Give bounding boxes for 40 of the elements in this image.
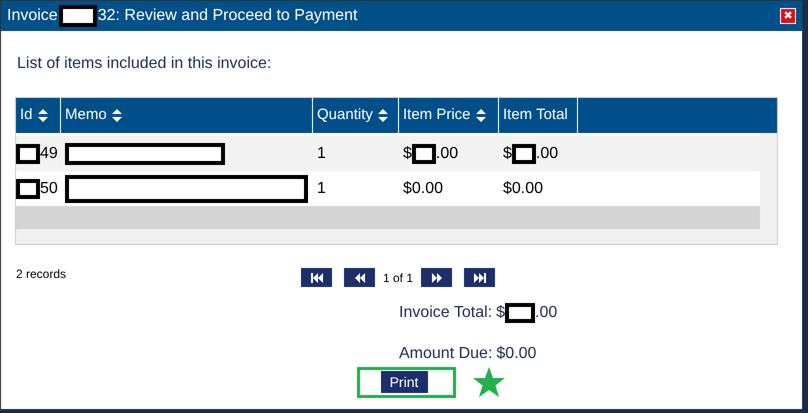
value-text: .00 [535,303,558,323]
column-header[interactable]: Id [16,98,61,133]
cell-text: $ [403,144,412,164]
cell-text: .00 [436,144,458,164]
star-icon [472,366,506,398]
column-header[interactable]: Memo [61,98,313,133]
cell-text: $ [503,144,512,164]
previous-page-button[interactable] [344,268,375,287]
cell-text: 1 [317,178,326,198]
column-header[interactable]: Quantity [313,98,399,133]
first-page-button[interactable] [301,268,332,287]
redaction-box [58,5,97,27]
redaction-box [512,144,536,164]
skip-back-icon [308,270,324,284]
title-text: 32: Review and Proceed to Payment [98,6,358,26]
total-label: Amount Due: [399,344,492,364]
next-page-button[interactable] [421,268,452,287]
value-text: $ [496,303,505,323]
vertical-scrollbar[interactable] [760,133,777,244]
title-text: Invoice [7,6,58,26]
redaction-box [505,303,535,323]
cell-text: 50 [40,178,58,198]
cell-text: $0.00 [403,178,444,198]
close-button[interactable]: ✖ [780,8,796,24]
value-text: $0.00 [496,344,536,364]
page-indicator: 1 of 1 [383,270,414,286]
last-page-button[interactable] [464,268,496,287]
skip-forward-icon [472,270,488,284]
intro-text: List of items included in this invoice: [17,54,272,74]
redaction-box [412,144,436,164]
cell-text: .00 [536,144,558,164]
cell-text: 49 [40,144,58,164]
horizontal-scrollbar[interactable] [16,229,760,244]
column-header[interactable]: Item Total [499,98,578,133]
total-label: Invoice Total: [399,303,492,323]
cell-text: 1 [317,144,326,164]
cell-text: $0.00 [503,178,544,198]
column-header[interactable]: Item Price [399,98,499,133]
print-button[interactable]: Print [380,371,428,393]
record-count: 2 records [16,266,66,283]
